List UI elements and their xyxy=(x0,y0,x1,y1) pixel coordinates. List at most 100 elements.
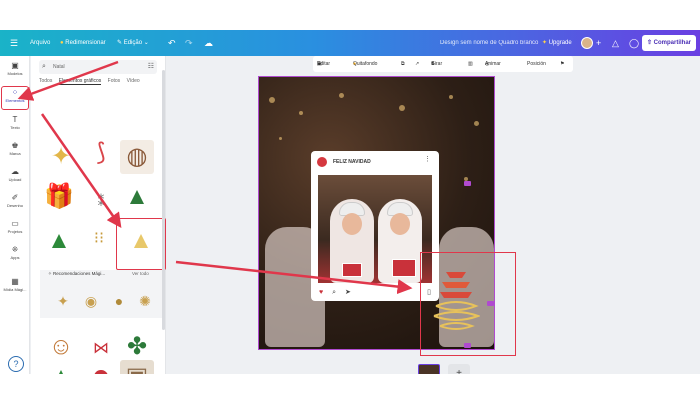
more-icon: ⋮ xyxy=(424,156,431,163)
search-input[interactable]: ⌕ Natal ☷ xyxy=(39,60,157,74)
position-button[interactable]: Posición xyxy=(527,56,546,72)
top-bar: ☰ Arquivo ● Redimensionar ✎ Edição ⌄ ↶ ↷… xyxy=(0,30,700,56)
post-actions: ♥ ⌕ ➤ xyxy=(319,288,358,297)
tab-video[interactable]: Vídeo xyxy=(127,78,140,84)
tree-dots-graphic[interactable]: ▲ xyxy=(120,180,154,214)
rail-item-magic-media[interactable]: ▦ Mídia Mági... xyxy=(0,276,30,300)
gift-box xyxy=(392,259,416,277)
hamburger-icon[interactable]: ☰ xyxy=(10,30,18,56)
analytics-icon[interactable]: △ xyxy=(612,30,619,56)
heart-icon[interactable]: ♥ xyxy=(319,289,323,296)
design-name[interactable]: Design sem nome de Quadro branco xyxy=(440,30,538,56)
gift-box-graphic[interactable]: 🎁 xyxy=(42,180,76,214)
face xyxy=(390,213,410,235)
rail-item-draw[interactable]: ✐ Desenho xyxy=(0,192,30,216)
bokeh-light xyxy=(449,95,453,99)
gift-box xyxy=(342,263,362,277)
recommendations-title: ✧ Recomendaciones Mági... xyxy=(48,271,105,277)
edit-label: Edição xyxy=(123,40,143,46)
rail-item-templates[interactable]: ▣ Modelos xyxy=(0,60,30,84)
brand-icon: ♚ xyxy=(11,141,19,150)
upgrade-button[interactable]: ✦ Upgrade xyxy=(542,30,572,56)
holly-graphic[interactable]: ✤ xyxy=(120,330,154,364)
sparkle-graphic[interactable]: ⁑ xyxy=(84,184,118,218)
bokeh-light xyxy=(279,137,282,140)
share-button[interactable]: ⇧ Compartilhar xyxy=(642,35,696,51)
context-toolbar: ▣ Editar Quitafondo ● ⧉ ↗ ⧗ Girar ▥ ◎ An… xyxy=(313,56,573,72)
panel-scrollbar[interactable] xyxy=(162,70,165,330)
text-icon: T xyxy=(12,115,18,124)
animate-label: Animar xyxy=(485,61,501,67)
send-icon[interactable]: ➤ xyxy=(345,289,351,296)
search-value: Natal xyxy=(53,64,65,70)
rec-graphic[interactable]: ✺ xyxy=(128,284,162,318)
flip-label: Girar xyxy=(431,61,443,67)
user-avatar[interactable] xyxy=(581,37,593,49)
edit-menu[interactable]: ✎ Edição ⌄ xyxy=(117,30,149,56)
comment-icon[interactable]: ◯ xyxy=(629,30,639,56)
search-icon[interactable]: ⌕ xyxy=(332,289,336,296)
page-thumbnail[interactable] xyxy=(418,364,440,374)
gingerbread-graphic[interactable]: ☺ xyxy=(44,330,78,364)
app-frame: ☰ Arquivo ● Redimensionar ✎ Edição ⌄ ↶ ↷… xyxy=(0,30,700,374)
star-sparkle-graphic[interactable]: ✦ xyxy=(44,140,78,174)
santa-graphic[interactable]: ☻ xyxy=(84,360,118,374)
elements-icon: ⁘ xyxy=(11,88,19,97)
see-all-link[interactable]: Ver todo xyxy=(132,271,149,276)
bg-remover-label: Quitafondo xyxy=(353,61,378,67)
tab-graphics[interactable]: Elementos gráficos xyxy=(58,78,102,85)
rail-item-brand[interactable]: ♚ Marca xyxy=(0,140,30,164)
rail-item-upload[interactable]: ☁ Upload xyxy=(0,166,30,190)
add-page-button[interactable]: + xyxy=(448,364,470,374)
rail-label: Apps xyxy=(10,255,20,260)
chevron-down-icon: ⌄ xyxy=(143,40,149,46)
rail-item-text[interactable]: T Texto xyxy=(0,114,30,138)
template-icon: ▣ xyxy=(11,61,19,70)
tab-photos[interactable]: Fotos xyxy=(108,78,121,84)
pencil-icon: ✎ xyxy=(117,40,123,46)
crop-icon[interactable]: ⧉ xyxy=(401,56,405,72)
draw-icon: ✐ xyxy=(11,193,19,202)
snow-globe-graphic[interactable]: ◍ xyxy=(120,140,154,174)
folder-icon: ▭ xyxy=(11,219,19,228)
rail-item-apps[interactable]: ⁜ Apps xyxy=(0,244,30,268)
tree-graphic[interactable]: ▲ xyxy=(44,360,78,374)
bokeh-light xyxy=(339,93,344,98)
share-label: Compartilhar xyxy=(653,40,692,46)
candy-cane-graphic[interactable]: ⟆ xyxy=(84,136,118,170)
christmas-tree-graphic[interactable]: ▲ xyxy=(42,224,76,258)
cloud-save-icon[interactable]: ☁ xyxy=(204,30,213,56)
upload-icon: ☁ xyxy=(11,167,19,176)
help-icon[interactable]: ? xyxy=(8,356,24,372)
left-rail: ▣ Modelos ⁘ Elementos T Texto ♚ Marca ☁ … xyxy=(0,56,30,374)
rail-label: Elementos xyxy=(5,98,25,103)
undo-icon[interactable]: ↶ xyxy=(168,30,176,56)
add-collaborator-icon[interactable]: + xyxy=(596,30,601,56)
post-photo[interactable] xyxy=(318,175,432,283)
crown-icon: ● xyxy=(60,40,64,46)
paint-format-icon[interactable]: ⚑ xyxy=(560,56,564,72)
file-menu[interactable]: Arquivo xyxy=(30,30,50,56)
transparency-icon[interactable]: ▥ xyxy=(468,56,473,72)
face xyxy=(342,213,362,235)
frame-graphic[interactable]: ▣ xyxy=(120,360,154,374)
redo-icon[interactable]: ↷ xyxy=(185,30,193,56)
resize-button[interactable]: ● Redimensionar xyxy=(60,30,106,56)
magic-icon: ✧ xyxy=(48,271,52,276)
curve-icon[interactable]: ↗ xyxy=(415,56,419,72)
tab-all[interactable]: Todos xyxy=(39,78,52,84)
selection-handle[interactable] xyxy=(464,181,471,186)
apps-icon: ⁜ xyxy=(11,245,19,254)
filter-icon[interactable]: ☷ xyxy=(148,60,154,74)
edit-label: Editar xyxy=(317,61,331,67)
target-highlight-box xyxy=(116,218,166,270)
rail-item-elements[interactable]: ⁘ Elementos xyxy=(1,86,29,110)
bokeh-light xyxy=(474,121,479,126)
element-highlight-box xyxy=(420,252,516,356)
rail-label: Desenho xyxy=(6,203,23,208)
rail-item-projects[interactable]: ▭ Projetos xyxy=(0,218,30,242)
rail-label: Projetos xyxy=(7,229,23,234)
crown-icon: ✦ xyxy=(542,40,548,46)
bokeh-light xyxy=(399,105,405,111)
hanging-ornaments-graphic[interactable]: ⁝⁝ xyxy=(82,222,116,256)
